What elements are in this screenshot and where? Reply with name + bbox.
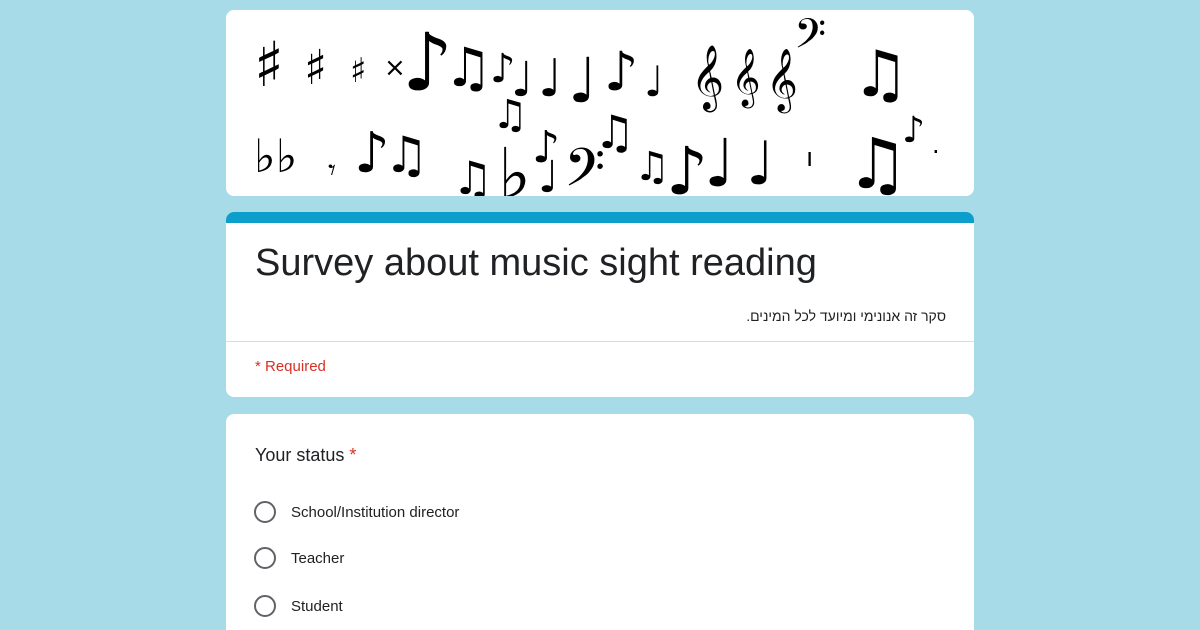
beamed-notes-icon: ♫ [594,105,635,159]
quarter-note-icon: ♩ [704,125,735,196]
question-card-status: Your status * School/Institution directo… [226,414,974,630]
quarter-note-icon: ♩ [538,152,559,196]
radio-option-student[interactable]: Student [254,594,343,618]
sharp-icon: ♯ [304,40,327,96]
beamed-notes-icon: ♫ [452,151,493,196]
beamed-notes-icon: ♫ [846,123,909,196]
quarter-note-icon: ♩ [746,129,774,196]
beamed-notes-icon: ♫ [852,38,909,112]
required-asterisk: * [349,445,357,465]
eighth-note-icon: ♪ [666,133,708,196]
radio-option-director[interactable]: School/Institution director [254,500,459,524]
treble-clef-icon: 𝄞 [691,45,724,112]
option-label: Student [291,597,343,615]
eighth-note-icon: ♪ [604,40,638,103]
form-header-card: Survey about music sight reading סקר זה … [226,212,974,397]
radio-button-icon[interactable] [254,595,276,617]
beamed-notes-icon: ♫ [444,36,492,99]
divider [226,341,974,342]
half-note-icon: ♩ [568,44,597,117]
music-notes-banner: ♯ ♯ ♯ × ♪ ♫ ♪ ♩ ♩ ♩ ♪ ♩ 𝄞 𝄞 𝄞 𝄢 ♫ ♫ ♭♭ 𝄾… [254,10,940,196]
flat-icon: ♭♭ [254,129,297,183]
radio-button-icon[interactable] [254,501,276,523]
radio-option-teacher[interactable]: Teacher [254,546,344,570]
option-label: Teacher [291,549,345,567]
form-description: סקר זה אנונימי ומיועד לכל המינים. [746,308,946,324]
required-note: * Required [255,358,326,375]
flat-icon: ♭ [498,133,531,196]
question-title-text: Your status [255,445,345,465]
beamed-notes-icon: ♫ [384,126,429,184]
header-banner-image: ♯ ♯ ♯ × ♪ ♫ ♪ ♩ ♩ ♩ ♪ ♩ 𝄞 𝄞 𝄞 𝄢 ♫ ♫ ♭♭ 𝄾… [226,10,974,196]
bass-clef-icon: 𝄢 [794,10,826,68]
sharp-icon: ♯ [350,51,366,91]
eighth-note-icon: ♪ [902,110,925,151]
dot-icon: · [932,138,940,166]
form-page: ♯ ♯ ♯ × ♪ ♫ ♪ ♩ ♩ ♩ ♪ ♩ 𝄞 𝄞 𝄞 𝄢 ♫ ♫ ♭♭ 𝄾… [0,0,1200,630]
beamed-notes-icon: ♫ [492,92,528,138]
form-title: Survey about music sight reading [255,242,817,284]
option-label: School/Institution director [291,503,460,521]
accent-bar [226,212,974,223]
treble-clef-icon: 𝄞 [731,48,761,109]
rest-icon: 𝄾 [328,153,336,188]
question-title: Your status * [255,445,356,466]
beamed-notes-icon: ♫ [634,144,670,190]
staccato-icon: ı [806,143,813,173]
quarter-note-icon: ♩ [538,49,563,109]
sharp-icon: ♯ [254,28,284,101]
quarter-note-icon: ♩ [644,57,664,106]
radio-button-icon[interactable] [254,547,276,569]
